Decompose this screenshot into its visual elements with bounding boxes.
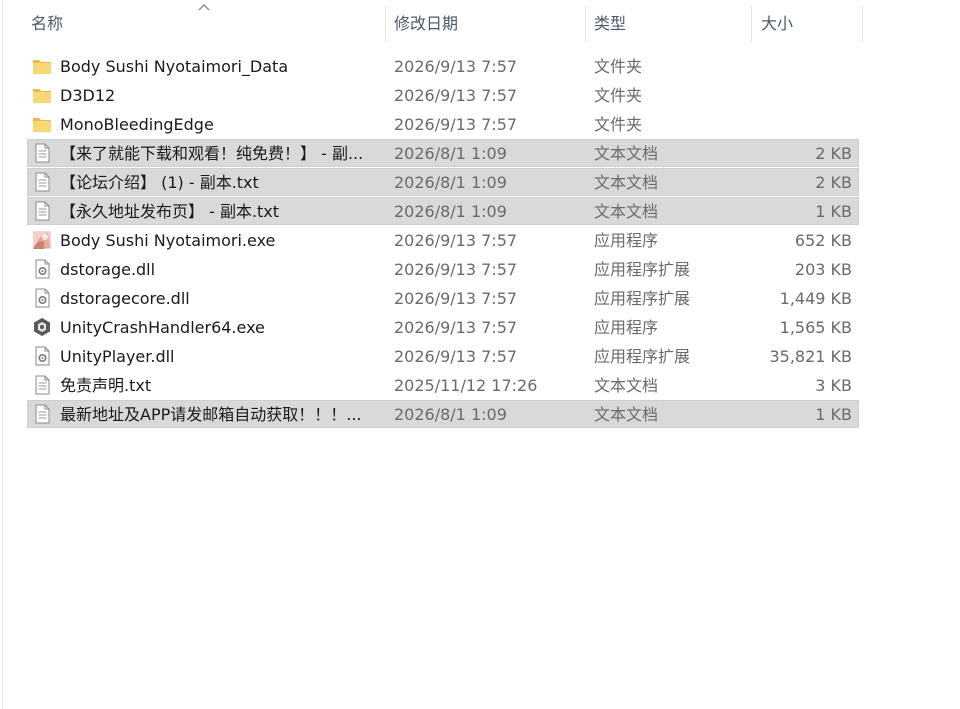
- file-name: D3D12: [60, 86, 116, 105]
- file-modified-date: 2026/9/13 7:57: [394, 318, 518, 337]
- file-type: 文件夹: [594, 115, 643, 134]
- file-name: MonoBleedingEdge: [60, 115, 214, 134]
- column-header-type[interactable]: 类型: [594, 0, 626, 44]
- file-name: Body Sushi Nyotaimori_Data: [60, 57, 289, 76]
- file-name: 最新地址及APP请发邮箱自动获取！！！...: [60, 405, 362, 424]
- file-name: 【来了就能下载和观看！纯免费！】 - 副...: [60, 144, 364, 163]
- file-row[interactable]: Body Sushi Nyotaimori.exe 2026/9/13 7:57 应…: [27, 226, 859, 254]
- file-modified-date: 2026/9/13 7:57: [394, 260, 518, 279]
- column-divider[interactable]: [751, 6, 752, 42]
- file-row[interactable]: D3D12 2026/9/13 7:57 文件夹: [27, 81, 859, 109]
- file-type: 应用程序: [594, 231, 659, 250]
- file-type: 应用程序扩展: [594, 289, 691, 308]
- file-type: 文件夹: [594, 86, 643, 105]
- file-name: dstorage.dll: [60, 260, 156, 279]
- file-size: 1 KB: [815, 405, 852, 424]
- column-header-size[interactable]: 大小: [761, 0, 793, 44]
- file-modified-date: 2026/8/1 1:09: [394, 173, 507, 192]
- column-header-name[interactable]: 名称: [31, 0, 63, 44]
- file-type: 文本文档: [594, 144, 659, 163]
- file-modified-date: 2026/9/13 7:57: [394, 57, 518, 76]
- file-size: [727, 110, 852, 138]
- file-type: 文本文档: [594, 173, 659, 192]
- file-row[interactable]: dstoragecore.dll 2026/9/13 7:57 应用程序扩展 1,44…: [27, 284, 859, 312]
- file-modified-date: 2026/8/1 1:09: [394, 405, 507, 424]
- file-size: 2 KB: [815, 173, 852, 192]
- dll-file-icon: [32, 259, 52, 279]
- file-type: 文本文档: [594, 202, 659, 221]
- sort-ascending-icon[interactable]: [197, 2, 211, 12]
- file-modified-date: 2026/9/13 7:57: [394, 231, 518, 250]
- dll-file-icon: [32, 288, 52, 308]
- file-type: 应用程序扩展: [594, 347, 691, 366]
- file-name: 【永久地址发布页】 - 副本.txt: [60, 202, 280, 221]
- file-name: UnityPlayer.dll: [60, 347, 175, 366]
- file-type: 文本文档: [594, 405, 659, 424]
- file-type: 文本文档: [594, 376, 659, 395]
- file-name: Body Sushi Nyotaimori.exe: [60, 231, 276, 250]
- column-divider[interactable]: [862, 6, 863, 42]
- column-divider[interactable]: [585, 6, 586, 42]
- file-size: [727, 52, 852, 80]
- file-row[interactable]: 【来了就能下载和观看！纯免费！】 - 副... 2026/8/1 1:09 文本文档…: [27, 139, 859, 167]
- file-type: 应用程序扩展: [594, 260, 691, 279]
- unity-icon: [32, 317, 52, 337]
- file-name: 【论坛介绍】 (1) - 副本.txt: [60, 173, 259, 192]
- file-size: 652 KB: [794, 231, 852, 250]
- file-size: 3 KB: [815, 376, 852, 395]
- file-size: 1 KB: [815, 202, 852, 221]
- text-file-icon: [32, 375, 52, 395]
- file-row[interactable]: 最新地址及APP请发邮箱自动获取！！！... 2026/8/1 1:09 文本文档 1…: [27, 400, 859, 428]
- file-modified-date: 2026/9/13 7:57: [394, 289, 518, 308]
- file-name: dstoragecore.dll: [60, 289, 190, 308]
- file-size: 2 KB: [815, 144, 852, 163]
- text-file-icon: [32, 143, 52, 163]
- column-divider[interactable]: [385, 6, 386, 42]
- file-type: 文件夹: [594, 57, 643, 76]
- file-modified-date: 2026/8/1 1:09: [394, 144, 507, 163]
- file-row[interactable]: 【论坛介绍】 (1) - 副本.txt 2026/8/1 1:09 文本文档 2 KB: [27, 168, 859, 196]
- dll-file-icon: [32, 346, 52, 366]
- folder-icon: [32, 114, 52, 134]
- file-modified-date: 2026/8/1 1:09: [394, 202, 507, 221]
- file-size: 35,821 KB: [769, 347, 852, 366]
- column-header-date[interactable]: 修改日期: [394, 0, 458, 44]
- file-size: 1,565 KB: [779, 318, 852, 337]
- folder-icon: [32, 85, 52, 105]
- file-size: 1,449 KB: [779, 289, 852, 308]
- file-row[interactable]: 【永久地址发布页】 - 副本.txt 2026/8/1 1:09 文本文档 1 KB: [27, 197, 859, 225]
- file-size: 203 KB: [794, 260, 852, 279]
- pane-border: [2, 0, 3, 709]
- file-row[interactable]: UnityCrashHandler64.exe 2026/9/13 7:57 应用程…: [27, 313, 859, 341]
- text-file-icon: [32, 404, 52, 424]
- file-row[interactable]: 免责声明.txt 2025/11/12 17:26 文本文档 3 KB: [27, 371, 859, 399]
- text-file-icon: [32, 172, 52, 192]
- file-row[interactable]: UnityPlayer.dll 2026/9/13 7:57 应用程序扩展 35,82…: [27, 342, 859, 370]
- file-modified-date: 2026/9/13 7:57: [394, 86, 518, 105]
- file-type: 应用程序: [594, 318, 659, 337]
- file-modified-date: 2025/11/12 17:26: [394, 376, 538, 395]
- file-row[interactable]: MonoBleedingEdge 2026/9/13 7:57 文件夹: [27, 110, 859, 138]
- folder-icon: [32, 56, 52, 76]
- app-exe-icon: [32, 230, 52, 250]
- file-row[interactable]: dstorage.dll 2026/9/13 7:57 应用程序扩展 203 KB: [27, 255, 859, 283]
- file-name: UnityCrashHandler64.exe: [60, 318, 265, 337]
- file-size: [727, 81, 852, 109]
- text-file-icon: [32, 201, 52, 221]
- column-header: 名称 修改日期 类型 大小: [0, 0, 960, 44]
- file-modified-date: 2026/9/13 7:57: [394, 347, 518, 366]
- file-row[interactable]: Body Sushi Nyotaimori_Data 2026/9/13 7:57…: [27, 52, 859, 80]
- file-explorer: 名称 修改日期 类型 大小 Body Sushi Nyotaimori_Data…: [0, 0, 960, 709]
- file-modified-date: 2026/9/13 7:57: [394, 115, 518, 134]
- file-name: 免责声明.txt: [60, 376, 152, 395]
